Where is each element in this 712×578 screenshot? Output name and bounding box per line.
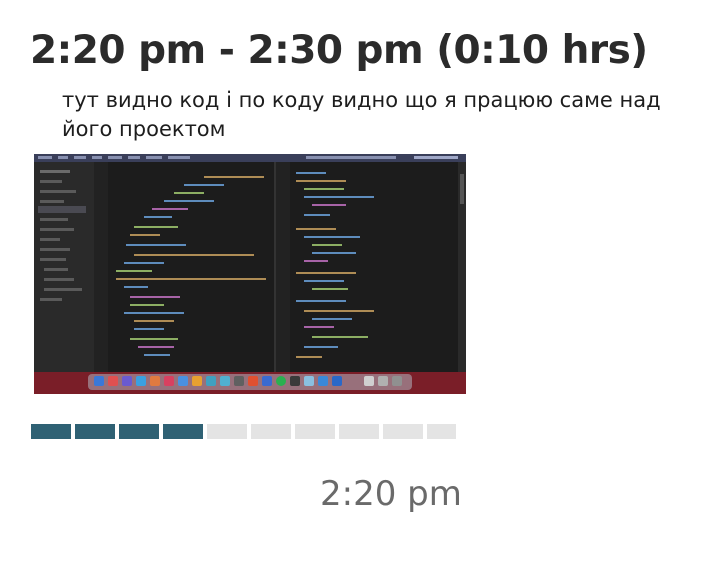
activity-segment-empty: [251, 424, 291, 439]
activity-segment-filled: [119, 424, 159, 439]
screenshot-thumbnail[interactable]: [34, 154, 466, 394]
screenshot-time: 2:20 pm: [320, 474, 462, 514]
activity-memo: тут видно код і по коду видно що я працю…: [62, 88, 661, 141]
activity-segment-empty: [207, 424, 247, 439]
activity-segment-filled: [31, 424, 71, 439]
activity-segment-empty: [339, 424, 379, 439]
activity-segment-empty: [427, 424, 456, 439]
time-range-title: 2:20 pm - 2:30 pm (0:10 hrs): [30, 28, 648, 73]
activity-segment-filled: [163, 424, 203, 439]
code-editor-screenshot-icon: [34, 154, 466, 394]
activity-segment-empty: [295, 424, 335, 439]
activity-segment-filled: [75, 424, 115, 439]
activity-segment-empty: [383, 424, 423, 439]
activity-level-bar: [31, 424, 456, 439]
